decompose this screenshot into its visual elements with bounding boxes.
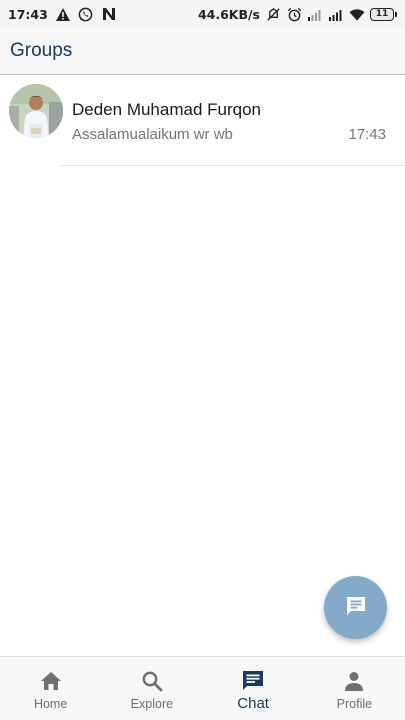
vibrate-off-icon [265,6,281,22]
status-left: 17:43 [8,6,117,22]
status-bar: 17:43 44.6KB/s 11 [0,0,405,28]
signal-icon [328,6,344,22]
bottom-navigation: Home Explore Chat Profile [0,656,405,720]
battery-tip [395,11,397,17]
battery-indicator: 11 [370,7,397,21]
home-icon [39,669,63,693]
chat-icon [241,669,265,693]
app-header: Groups [0,28,405,75]
divider [59,165,405,166]
nav-label-home: Home [33,697,68,711]
new-chat-icon [344,594,368,622]
wifi-icon [349,6,365,22]
nav-label-profile: Profile [336,697,373,711]
avatar[interactable] [9,84,63,138]
chat-list: Deden Muhamad Furqon Assalamualaikum wr … [0,76,405,166]
nav-item-chat[interactable]: Chat [203,657,304,720]
new-chat-button[interactable] [324,576,387,639]
n-app-icon [101,6,117,22]
status-right: 44.6KB/s 11 [198,6,397,22]
nav-item-explore[interactable]: Explore [101,657,202,720]
whatsapp-icon [78,6,94,22]
signal-icon [307,6,323,22]
search-icon [140,669,164,693]
status-time: 17:43 [8,6,48,22]
page-title: Groups [10,40,73,61]
warning-icon [55,6,71,22]
alarm-icon [286,6,302,22]
nav-label-explore: Explore [130,697,174,711]
nav-item-profile[interactable]: Profile [304,657,405,720]
chat-last-message: Assalamualaikum wr wb [72,126,233,143]
battery-level: 11 [370,7,394,21]
nav-label-chat: Chat [237,695,269,712]
chat-timestamp: 17:43 [348,126,386,143]
nav-item-home[interactable]: Home [0,657,101,720]
chat-list-item[interactable]: Deden Muhamad Furqon Assalamualaikum wr … [0,76,405,166]
chat-name: Deden Muhamad Furqon [72,100,262,119]
person-icon [342,669,366,693]
network-speed: 44.6KB/s [197,6,260,22]
